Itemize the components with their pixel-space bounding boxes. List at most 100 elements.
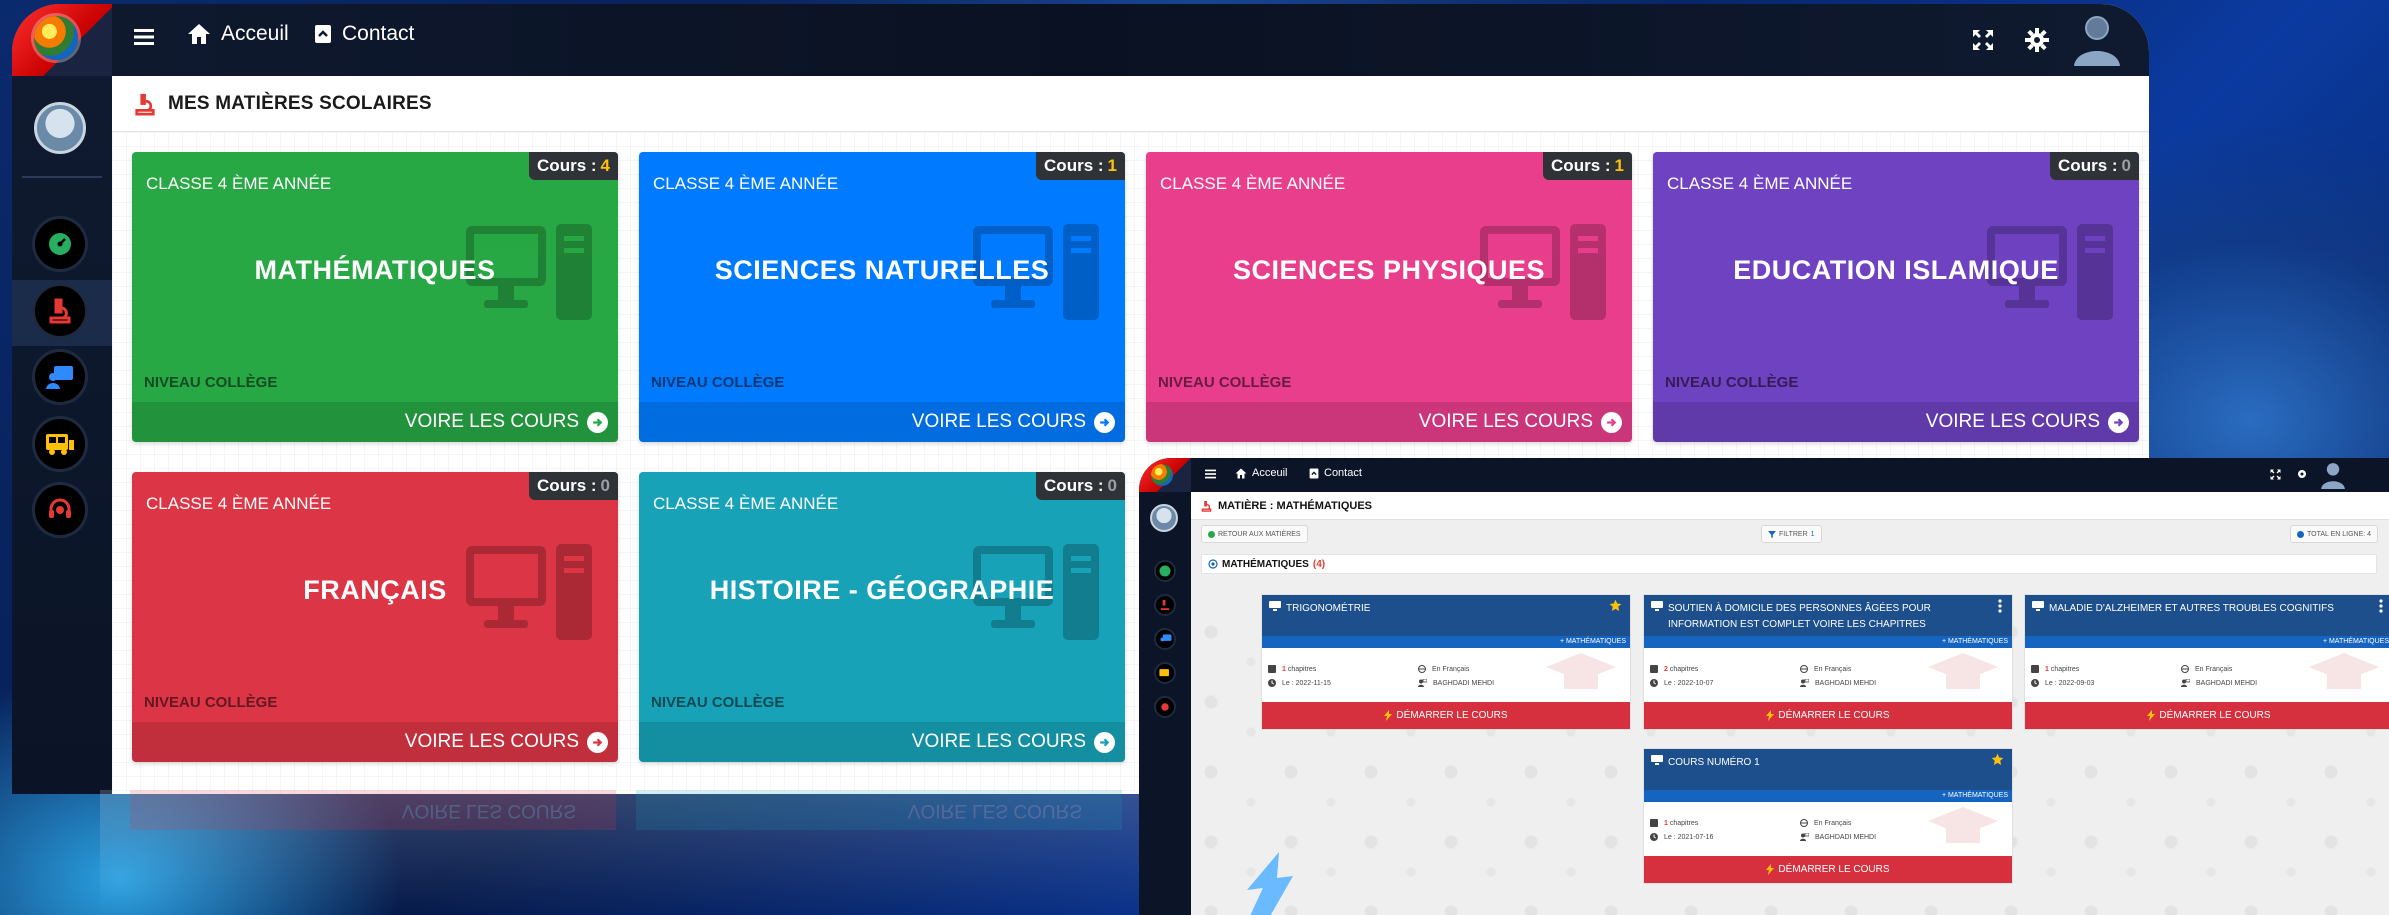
- course-count-value: 0: [600, 476, 610, 495]
- inset-nav-home-link[interactable]: Acceuil: [1235, 467, 1287, 479]
- course-count-value: 1: [1614, 156, 1624, 175]
- globe-icon: [1800, 665, 1808, 673]
- course-language: En Français: [1432, 665, 1470, 673]
- speedometer-icon: [1159, 565, 1171, 577]
- course-card-header: MALADIE D'ALZHEIMER ET AUTRES TROUBLES C…: [2025, 595, 2389, 636]
- graduation-cap-icon: [1546, 651, 1616, 701]
- favorite-star-icon[interactable]: [1991, 753, 2004, 766]
- subject-name: EDUCATION ISLAMIQUE: [1733, 255, 2059, 285]
- clock-icon: [2031, 679, 2039, 687]
- globe-icon: [1800, 819, 1808, 827]
- see-courses-button[interactable]: VOIRE LES COURS: [1653, 402, 2139, 442]
- lightning-bolt-icon: [1384, 710, 1393, 721]
- class-level-label: CLASSE 4 ÈME ANNÉE: [146, 174, 332, 193]
- fullscreen-icon[interactable]: [1972, 29, 1994, 51]
- settings-gear-icon[interactable]: [2025, 28, 2049, 52]
- inset-sidebar-item-dashboard[interactable]: [1154, 560, 1176, 582]
- class-level-label: CLASSE 4 ÈME ANNÉE: [1667, 174, 1853, 193]
- filter-button[interactable]: FILTRER 1: [1761, 525, 1822, 543]
- see-courses-button[interactable]: VOIRE LES COURS: [639, 722, 1125, 762]
- see-courses-label: VOIRE LES COURS: [1925, 411, 2100, 432]
- inset-nav-contact-link[interactable]: Contact: [1309, 467, 1362, 479]
- monitor-icon: [1651, 601, 1663, 611]
- graduation-cap-icon: [2309, 651, 2379, 701]
- inset-app-logo[interactable]: [1139, 458, 1191, 492]
- subject-card[interactable]: Cours :0 CLASSE 4 ÈME ANNÉE HISTOIRE - G…: [639, 472, 1125, 762]
- user-avatar-icon[interactable]: [2072, 10, 2122, 68]
- course-section-title: MATHÉMATIQUES: [1222, 558, 1309, 570]
- fullscreen-icon[interactable]: [2270, 469, 2281, 480]
- see-courses-button[interactable]: VOIRE LES COURS: [132, 722, 618, 762]
- course-subject-tag: + MATHÉMATIQUES: [1644, 636, 2012, 648]
- sidebar-user-avatar[interactable]: [34, 102, 86, 154]
- inset-nav-contact-label: Contact: [1324, 467, 1362, 479]
- see-courses-button[interactable]: VOIRE LES COURS: [639, 402, 1125, 442]
- subject-card[interactable]: Cours :1 CLASSE 4 ÈME ANNÉE SCIENCES NAT…: [639, 152, 1125, 442]
- chapter-count: 1: [1282, 665, 1286, 673]
- lightning-bolt-icon: [1766, 864, 1775, 875]
- user-avatar-icon[interactable]: [2320, 460, 2346, 490]
- start-course-button[interactable]: DÉMARRER LE COURS: [1262, 702, 1630, 729]
- course-count-label: Cours :: [2058, 156, 2118, 175]
- inset-sidebar-item-transport[interactable]: [1154, 662, 1176, 684]
- back-to-subjects-button[interactable]: RETOUR AUX MATIÈRES: [1201, 525, 1308, 543]
- course-date: Le : 2022-09-03: [2045, 679, 2095, 687]
- see-courses-button[interactable]: VOIRE LES COURS: [1146, 402, 1632, 442]
- course-card[interactable]: COURS NUMÉRO 1 + MATHÉMATIQUES 1 chapitr…: [1643, 748, 2013, 884]
- see-courses-label: VOIRE LES COURS: [911, 411, 1086, 432]
- inset-sidebar-item-subjects[interactable]: [1154, 594, 1176, 616]
- inset-top-navbar: Acceuil Contact: [1139, 458, 2389, 492]
- subject-card[interactable]: Cours :4 CLASSE 4 ÈME ANNÉE MATHÉMATIQUE…: [132, 152, 618, 442]
- see-courses-label: VOIRE LES COURS: [404, 411, 579, 432]
- lightning-bolt-icon: [1766, 710, 1775, 721]
- left-sidebar: [12, 76, 112, 794]
- page-title: MES MATIÈRES SCOLAIRES: [168, 92, 432, 114]
- teacher-icon: [2181, 679, 2190, 687]
- nav-home-link[interactable]: Acceuil: [187, 22, 289, 46]
- nav-contact-link[interactable]: Contact: [314, 22, 414, 46]
- reflection-cta-text: VOIRE LES COURS: [907, 800, 1082, 821]
- sidebar-item-support[interactable]: [32, 482, 88, 538]
- settings-gear-icon[interactable]: [2296, 468, 2308, 480]
- mouse-cursor-icon: [1239, 848, 1299, 915]
- target-icon: [1208, 559, 1218, 569]
- sidebar-item-classroom[interactable]: [32, 349, 88, 405]
- lightning-bolt-icon: [2147, 710, 2156, 721]
- hamburger-menu-icon[interactable]: [1205, 469, 1216, 479]
- subject-card[interactable]: Cours :0 CLASSE 4 ÈME ANNÉE FRANÇAIS NIV…: [132, 472, 618, 762]
- start-course-button[interactable]: DÉMARRER LE COURS: [1644, 702, 2012, 729]
- total-online-label: TOTAL EN LIGNE: 4: [2307, 530, 2372, 538]
- clock-icon: [1268, 679, 1276, 687]
- subjects-icon: [1201, 500, 1212, 512]
- hamburger-menu-icon[interactable]: [134, 28, 154, 46]
- course-subject-tag: + MATHÉMATIQUES: [1262, 636, 1630, 648]
- subject-card[interactable]: Cours :1 CLASSE 4 ÈME ANNÉE SCIENCES PHY…: [1146, 152, 1632, 442]
- inset-sidebar-item-support[interactable]: [1154, 696, 1176, 718]
- course-card[interactable]: MALADIE D'ALZHEIMER ET AUTRES TROUBLES C…: [2024, 594, 2389, 730]
- course-title: TRIGONOMÉTRIE: [1286, 603, 1371, 614]
- monitor-icon: [1269, 601, 1281, 611]
- more-options-icon[interactable]: [2379, 599, 2383, 613]
- course-card[interactable]: SOUTIEN À DOMICILE DES PERSONNES ÂGÉES P…: [1643, 594, 2013, 730]
- see-courses-button[interactable]: VOIRE LES COURS: [132, 402, 618, 442]
- sidebar-item-transport[interactable]: [32, 416, 88, 472]
- book-icon: [1268, 665, 1276, 673]
- sidebar-item-dashboard[interactable]: [32, 216, 88, 272]
- sidebar-item-subjects[interactable]: [32, 283, 88, 339]
- subject-name: FRANÇAIS: [303, 575, 447, 605]
- start-course-button[interactable]: DÉMARRER LE COURS: [1644, 856, 2012, 883]
- start-course-button[interactable]: DÉMARRER LE COURS: [2025, 702, 2389, 729]
- home-icon: [1235, 468, 1247, 479]
- clock-icon: [1650, 833, 1658, 841]
- favorite-star-icon[interactable]: [1609, 599, 1622, 612]
- course-card[interactable]: TRIGONOMÉTRIE + MATHÉMATIQUES 1 chapitre…: [1261, 594, 1631, 730]
- course-card-header: SOUTIEN À DOMICILE DES PERSONNES ÂGÉES P…: [1644, 595, 2012, 636]
- graduation-cap-icon: [1928, 805, 1998, 855]
- inset-sidebar-item-classroom[interactable]: [1154, 628, 1176, 650]
- teacher-icon: [1800, 833, 1809, 841]
- inset-sidebar-avatar[interactable]: [1150, 504, 1178, 532]
- app-logo[interactable]: [12, 4, 112, 76]
- subject-card[interactable]: Cours :0 CLASSE 4 ÈME ANNÉE EDUCATION IS…: [1653, 152, 2139, 442]
- back-arrow-icon: [1208, 530, 1215, 538]
- more-options-icon[interactable]: [1998, 599, 2002, 613]
